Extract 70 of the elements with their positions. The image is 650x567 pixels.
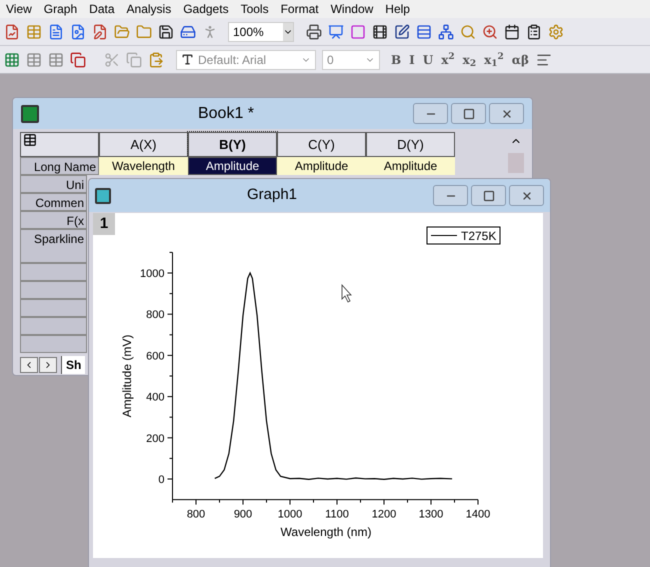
row-header[interactable]: F(x [20,211,87,229]
font-size-combo[interactable]: 0 [322,50,380,70]
close-button[interactable] [489,103,524,124]
zoom-combo[interactable]: 100% [228,22,294,42]
y-tick-label: 200 [146,432,164,445]
menu-item[interactable]: Graph [38,0,84,18]
x-tick-label: 1400 [466,508,490,521]
menu-item[interactable]: Tools [234,0,275,18]
x-tick-label: 900 [234,508,252,521]
format-button[interactable]: I [406,50,418,68]
row-header[interactable]: Uni [20,175,87,193]
y-tick-label: 800 [146,309,164,322]
sheet-tab[interactable]: Sh [61,356,86,374]
next-sheet-button[interactable] [39,357,57,373]
close-icon [520,190,532,202]
x-tick-label: 800 [186,508,206,521]
y-tick-label: 400 [146,392,164,404]
format-button[interactable]: x$^{2}$ [438,50,458,68]
menu-item[interactable]: Help [379,0,416,18]
table-cell[interactable]: Amplitude [188,157,277,175]
column-header[interactable]: A(X) [99,132,188,157]
x-tick-label: 1000 [278,508,302,521]
table-cell[interactable]: Amplitude [277,157,366,175]
corner-cell[interactable] [20,132,99,157]
y-tick-label: 600 [146,350,164,362]
menu-item[interactable]: Data [83,0,121,18]
close-button[interactable] [509,185,544,206]
table-cell[interactable]: Amplitude [366,157,455,175]
row-header[interactable]: Long Name [20,157,99,175]
maximize-icon [462,108,474,120]
x-tick-label: 1100 [325,508,349,521]
menu-item[interactable]: Window [324,0,380,18]
graph-icon [95,188,111,204]
x-tick-label: 1200 [372,508,396,521]
format-button[interactable]: x$_{2}$ [460,50,480,68]
column-header[interactable]: D(Y) [366,132,455,157]
column-header[interactable]: C(Y) [277,132,366,157]
copy-pages-icon[interactable] [68,50,88,70]
legend-label: T275K [461,229,496,243]
cursor-icon [342,284,352,303]
table-cell[interactable]: Wavelength [99,157,188,175]
workbook-icon [21,104,39,122]
maximize-button[interactable] [451,103,486,124]
maximize-icon [482,190,494,202]
x-tick-label: 1300 [418,508,444,521]
menu-item[interactable]: Format [274,0,325,18]
font-icon [181,53,194,66]
row-header[interactable]: Commen [20,193,87,211]
format-button[interactable]: αβ [508,50,532,68]
format-button[interactable]: B [388,50,404,68]
y-axis-title: Amplitude (mV) [120,334,134,418]
hierarchy-icon[interactable] [436,22,456,42]
printer-icon[interactable] [304,22,324,42]
previous-sheet-button[interactable] [20,357,38,373]
table-sort-icon [23,133,37,147]
y-tick-label: 1000 [140,268,164,280]
window-title: Book1 * [196,104,256,124]
y-tick-label: 0 [158,474,164,486]
maximize-button[interactable] [471,185,506,206]
font-combo[interactable]: Default: Arial [176,50,316,70]
menu-item[interactable]: Gadgets [177,0,235,18]
menu-item[interactable]: Analysis [120,0,178,18]
layer-badge[interactable]: 1 [93,213,115,235]
x-axis-title: Wavelength (nm) [280,525,372,539]
format-button[interactable]: U [420,50,436,68]
close-icon [500,108,512,120]
window-title: Graph1 [246,185,298,206]
menu-item[interactable]: View [0,0,38,18]
column-header[interactable]: B(Y) [188,132,277,157]
row-header[interactable]: Sparkline [20,229,87,263]
